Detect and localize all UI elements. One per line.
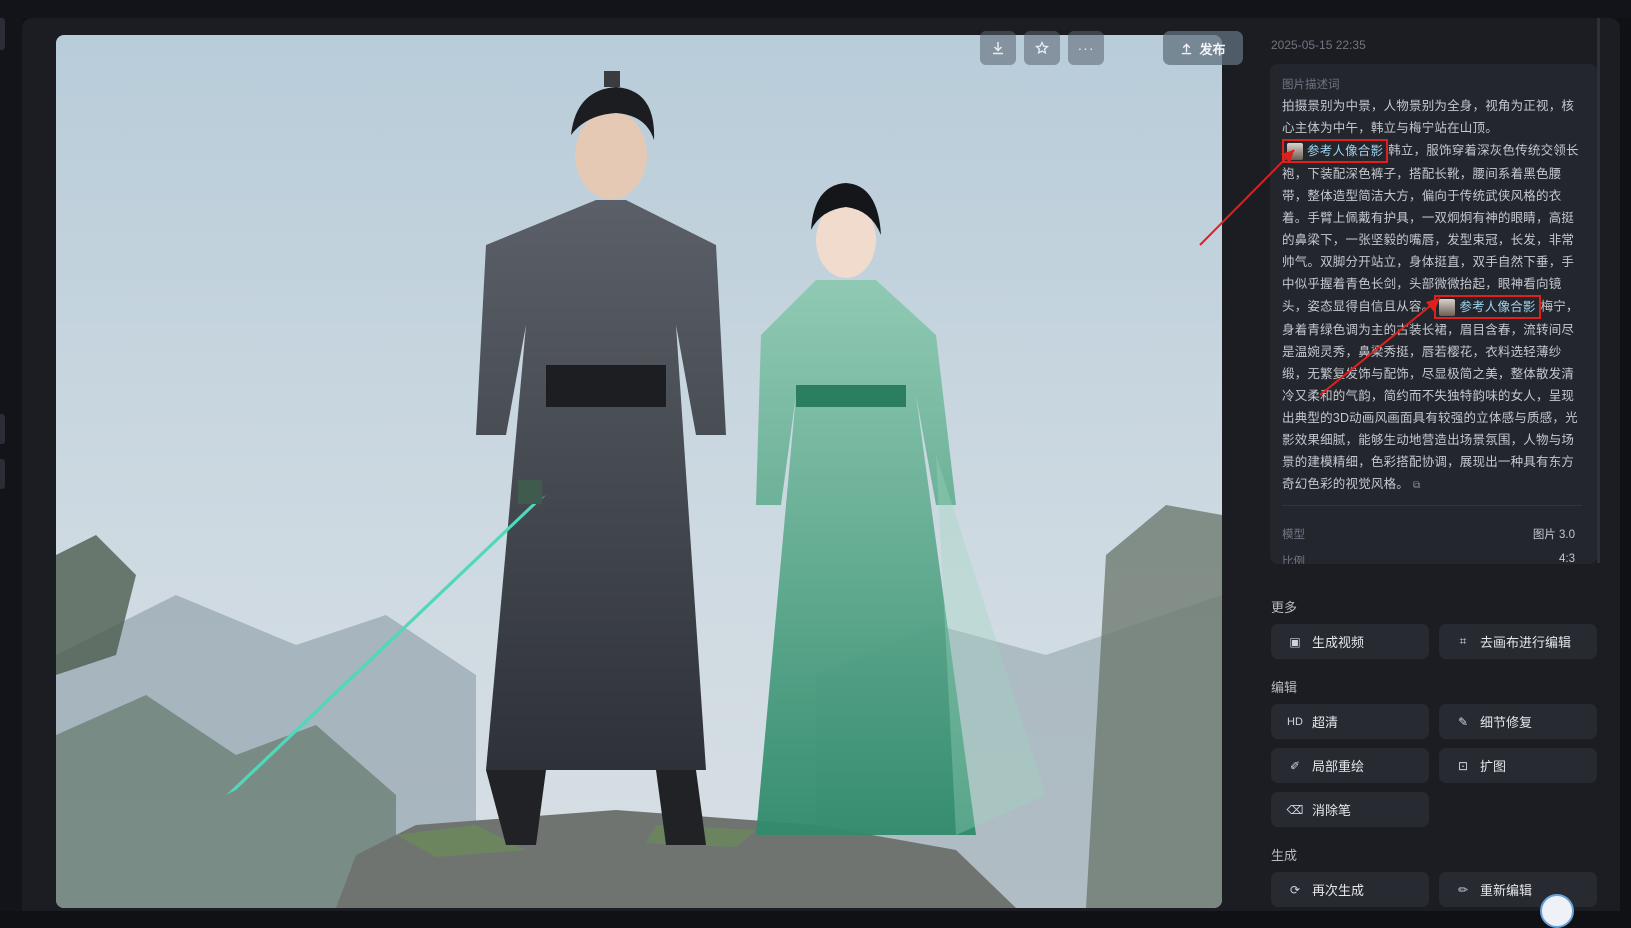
more-button[interactable]: ··· [1068, 31, 1104, 65]
reference-chip-1[interactable]: 参考人像合影 [1282, 139, 1389, 163]
publish-button[interactable]: 发布 [1163, 31, 1243, 65]
download-icon [993, 42, 1003, 55]
rail-button[interactable] [0, 459, 5, 489]
download-button[interactable] [980, 31, 1016, 65]
canvas-edit-button[interactable]: ⌗ 去画布进行编辑 [1439, 624, 1597, 659]
model-label: 模型 [1282, 529, 1305, 541]
reference-chip-2[interactable]: 参考人像合影 [1434, 295, 1541, 319]
image-illustration [56, 35, 1222, 908]
button-label: 生成视频 [1312, 635, 1365, 650]
reference-label: 参考人像合影 [1459, 300, 1536, 314]
ratio-row: 比例 4:3 [1282, 553, 1575, 564]
model-value: 图片 3.0 [1532, 529, 1575, 541]
top-bar [0, 0, 1631, 18]
reference-avatar [1439, 298, 1456, 316]
button-label: 细节修复 [1480, 715, 1533, 730]
scrollbar[interactable] [1597, 18, 1600, 563]
pencil-icon: ✏ [1457, 882, 1469, 897]
copy-icon[interactable]: ⧉ [1413, 480, 1420, 491]
description-part-3: 梅宁，身着青绿色调为主的古装长裙，眉目含春，流转间尽是温婉灵秀，鼻梁秀挺，唇若樱… [1282, 299, 1579, 491]
left-rail [0, 18, 22, 911]
section-more-title: 更多 [1271, 600, 1298, 615]
eraser-button[interactable]: ⌫ 消除笔 [1271, 792, 1429, 827]
more-dots-icon: ··· [1077, 40, 1095, 56]
expand-button[interactable]: ⊡ 扩图 [1439, 748, 1597, 783]
star-icon [1035, 41, 1049, 55]
floating-assistant-button[interactable] [1540, 894, 1574, 928]
section-edit-title: 编辑 [1271, 680, 1298, 695]
publish-label: 发布 [1199, 41, 1226, 57]
reference-avatar [1287, 142, 1303, 160]
description-card: 图片描述词 拍摄景别为中景，人物景别为全身，视角为正视，核心主体为中午，韩立与梅… [1270, 64, 1597, 564]
section-generate-title: 生成 [1271, 848, 1298, 863]
divider [1282, 505, 1582, 506]
inpaint-icon: ✐ [1289, 758, 1301, 773]
favorite-button[interactable] [1024, 31, 1060, 65]
rail-button[interactable] [0, 18, 5, 50]
upload-icon [1182, 42, 1192, 54]
button-label: 消除笔 [1312, 803, 1352, 818]
reedit-button[interactable]: ✏ 重新编辑 [1439, 872, 1597, 907]
model-row: 模型 图片 3.0 [1282, 526, 1575, 542]
generate-video-button[interactable]: ▣ 生成视频 [1271, 624, 1429, 659]
button-label: 扩图 [1480, 759, 1507, 774]
description-label: 图片描述词 [1282, 79, 1340, 91]
generated-image[interactable] [56, 35, 1222, 908]
inpaint-button[interactable]: ✐ 局部重绘 [1271, 748, 1429, 783]
brush-icon: ✎ [1457, 714, 1469, 729]
reference-label: 参考人像合影 [1307, 144, 1384, 158]
button-label: 去画布进行编辑 [1480, 635, 1572, 650]
image-toolbar: ··· [980, 31, 1104, 65]
refresh-icon: ⟳ [1289, 882, 1301, 897]
video-icon: ▣ [1289, 634, 1301, 649]
eraser-icon: ⌫ [1286, 802, 1304, 817]
canvas-icon: ⌗ [1459, 634, 1467, 648]
button-label: 超清 [1312, 715, 1339, 730]
regenerate-button[interactable]: ⟳ 再次生成 [1271, 872, 1429, 907]
rail-button[interactable] [0, 414, 5, 444]
button-label: 局部重绘 [1312, 759, 1365, 774]
ratio-value: 4:3 [1559, 553, 1575, 564]
hd-icon: HD [1287, 715, 1303, 728]
timestamp: 2025-05-15 22:35 [1271, 38, 1366, 52]
description-part-1: 拍摄景别为中景，人物景别为全身，视角为正视，核心主体为中午，韩立与梅宁站在山顶。 [1282, 99, 1575, 135]
hd-button[interactable]: HD 超清 [1271, 704, 1429, 739]
description-part-2: 韩立，服饰穿着深灰色传统交领长袍，下装配深色裤子，搭配长靴，腰间系着黑色腰带，整… [1282, 143, 1579, 314]
button-label: 再次生成 [1312, 883, 1365, 898]
description-text: 拍摄景别为中景，人物景别为全身，视角为正视，核心主体为中午，韩立与梅宁站在山顶。… [1282, 95, 1582, 497]
detail-fix-button[interactable]: ✎ 细节修复 [1439, 704, 1597, 739]
button-label: 重新编辑 [1480, 883, 1533, 898]
expand-icon: ⊡ [1457, 758, 1469, 773]
ratio-label: 比例 [1282, 556, 1305, 564]
